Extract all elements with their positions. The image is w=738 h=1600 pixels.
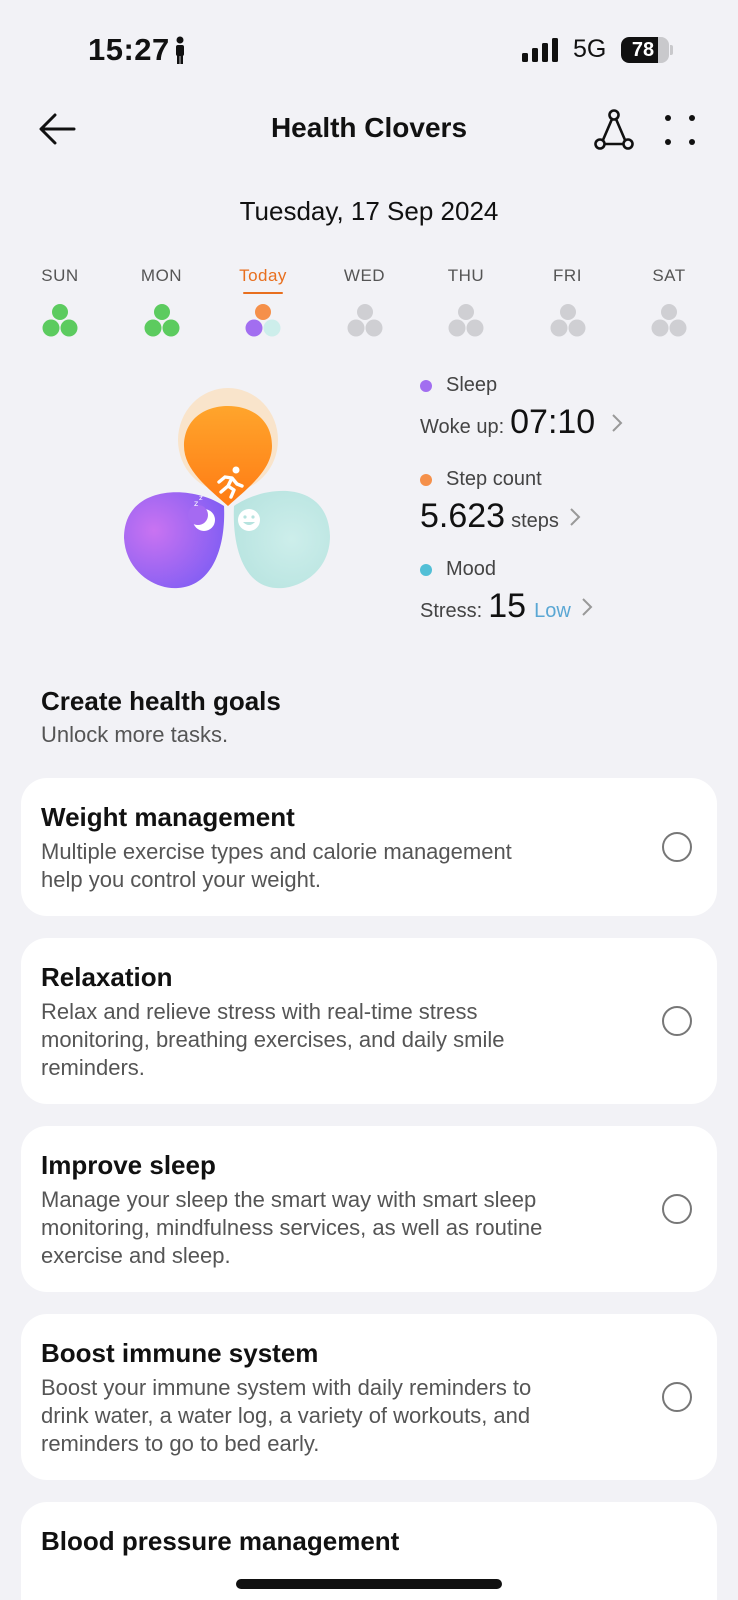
sleep-petal <box>124 492 225 589</box>
goal-description-line: reminders to go to bed early. <box>41 1431 320 1456</box>
cellular-signal-icon <box>522 38 558 62</box>
svg-text:z: z <box>194 499 198 508</box>
goal-description-line: Relax and relieve stress with real-time … <box>41 999 478 1024</box>
goal-title: Blood pressure management <box>41 1526 400 1556</box>
day-label: MON <box>140 266 183 285</box>
day-today[interactable]: Today <box>223 266 303 346</box>
goal-card[interactable]: Relaxation Relax and relieve stress with … <box>21 938 717 1104</box>
clover-icon <box>245 304 281 337</box>
goal-description-line: Multiple exercise types and calorie mana… <box>41 839 512 864</box>
goal-title: Improve sleep <box>41 1150 216 1180</box>
day-label: THU <box>447 266 485 285</box>
day-fri[interactable]: FRI <box>528 266 608 346</box>
chevron-right-icon <box>612 413 623 432</box>
day-label: SAT <box>652 266 686 285</box>
goal-description-line: monitoring, breathing exercises, and dai… <box>41 1027 505 1052</box>
sleep-metric[interactable]: Sleep Woke up: 07:10 <box>420 374 720 442</box>
clover-icon <box>144 304 179 337</box>
goal-card[interactable]: Improve sleep Manage your sleep the smart… <box>21 1126 717 1292</box>
date-label: Tuesday, 17 Sep 2024 <box>239 196 499 226</box>
clover-icon <box>448 304 484 337</box>
chevron-right-icon <box>570 507 581 526</box>
day-sat[interactable]: SAT <box>629 266 709 346</box>
day-label: FRI <box>553 266 582 285</box>
chevron-right-icon <box>582 597 593 616</box>
goals-subtitle: Unlock more tasks. <box>41 722 229 747</box>
smile-icon <box>238 509 260 531</box>
app-header: Health Clovers <box>0 90 738 170</box>
sleep-prefix: Woke up: <box>420 416 505 438</box>
clover-icon <box>651 304 687 337</box>
sleep-label: Sleep <box>446 374 498 396</box>
step-petal <box>184 406 272 506</box>
day-label: Today <box>239 266 287 285</box>
more-options-icon[interactable] <box>660 108 700 152</box>
metrics-panel: Sleep Woke up: 07:10 Step count 5.623 st… <box>420 374 720 644</box>
sleep-dot <box>420 379 432 392</box>
goals-title: Create health goals <box>41 686 281 716</box>
person-icon <box>176 36 184 64</box>
goal-description-line: exercise and sleep. <box>41 1243 231 1268</box>
steps-label: Step count <box>446 468 542 490</box>
day-sun[interactable]: SUN <box>20 266 100 346</box>
battery-icon: 78 <box>621 37 673 63</box>
goal-description-line: reminders. <box>41 1055 145 1080</box>
stress-level: Low <box>534 600 571 622</box>
goal-description-line: help you control your weight. <box>41 867 322 892</box>
clover-icon <box>347 304 382 337</box>
goal-select-radio[interactable] <box>662 832 692 862</box>
mood-petal <box>233 490 330 589</box>
step-metric[interactable]: Step count 5.623 steps <box>420 468 720 536</box>
goal-description-line: Manage your sleep the smart way with sma… <box>41 1187 537 1212</box>
mood-metric[interactable]: Mood Stress: 15 Low <box>420 558 720 626</box>
day-label: SUN <box>41 266 79 285</box>
battery-percent: 78 <box>631 39 655 61</box>
steps-unit: steps <box>511 510 559 532</box>
mood-dot <box>420 563 432 576</box>
goal-description-line: Boost your immune system with daily remi… <box>41 1375 532 1400</box>
goal-title: Relaxation <box>41 962 173 992</box>
week-selector: SUN MON Today WED THU FRI SAT <box>20 266 720 346</box>
sleep-value: 07:10 <box>510 403 596 441</box>
goal-select-radio[interactable] <box>662 1382 692 1412</box>
goal-card[interactable]: Weight management Multiple exercise types… <box>21 778 717 916</box>
network-label: 5G <box>573 35 607 63</box>
route-share-icon[interactable] <box>592 108 636 152</box>
goal-title: Weight management <box>41 802 295 832</box>
home-indicator[interactable] <box>236 1579 502 1589</box>
day-thu[interactable]: THU <box>426 266 506 346</box>
goal-title: Boost immune system <box>41 1338 319 1368</box>
status-time: 15:27 <box>88 32 170 67</box>
status-bar: 15:27 5G 78 <box>0 0 738 100</box>
goal-select-radio[interactable] <box>662 1194 692 1224</box>
mood-label: Mood <box>446 558 497 580</box>
goal-card[interactable]: Boost immune system Boost your immune sys… <box>21 1314 717 1480</box>
steps-dot <box>420 473 432 486</box>
clover-icon <box>550 304 585 337</box>
svg-text:z: z <box>199 494 203 502</box>
day-mon[interactable]: MON <box>122 266 202 346</box>
clover-icon <box>42 304 78 337</box>
goal-select-radio[interactable] <box>662 1006 692 1036</box>
goal-description-line: drink water, a water log, a variety of w… <box>41 1403 531 1428</box>
stress-prefix: Stress: <box>420 600 483 622</box>
today-underline <box>243 292 283 294</box>
health-clover-summary[interactable]: z z <box>116 388 348 608</box>
day-label: WED <box>343 266 386 285</box>
goal-description-line: monitoring, mindfulness services, as wel… <box>41 1215 543 1240</box>
day-wed[interactable]: WED <box>325 266 405 346</box>
stress-value: 15 <box>488 587 527 625</box>
steps-value: 5.623 <box>420 497 506 535</box>
